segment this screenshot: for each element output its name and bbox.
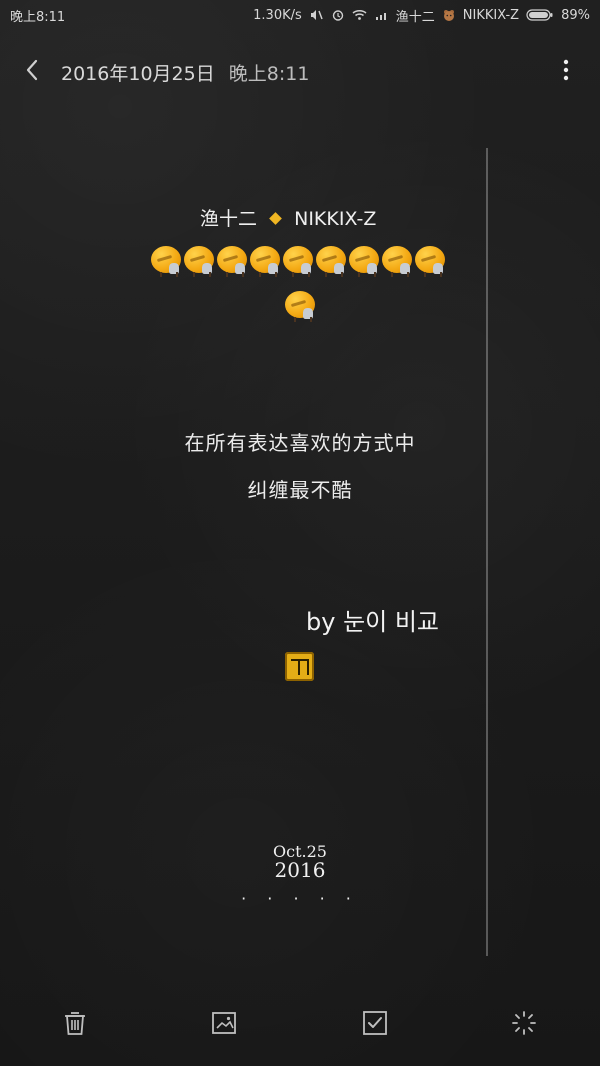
note-heading: 渔十二 NIKKIX-Z [200, 204, 376, 231]
delete-button[interactable] [54, 1002, 96, 1044]
bee-icon [381, 245, 414, 278]
bee-icon [282, 245, 315, 278]
battery-icon [525, 7, 555, 23]
author-suffix: NIKKIX-Z [294, 208, 377, 230]
back-button[interactable] [20, 58, 44, 82]
more-vertical-icon [563, 59, 569, 81]
trash-icon [65, 1012, 85, 1035]
magic-button[interactable] [503, 1002, 545, 1044]
sparkle-icon [512, 1011, 536, 1035]
signal-icon [374, 7, 390, 23]
bee-icon [150, 245, 183, 278]
status-left: 晚上8:11 [10, 6, 65, 25]
alarm-icon [330, 7, 346, 23]
content-divider [486, 148, 488, 956]
quote-line-2: 纠缠最不酷 [247, 478, 353, 502]
mute-icon [308, 7, 324, 23]
page-title: 2016年10月25日 晚上8:11 [61, 59, 309, 86]
emoji-row [150, 245, 450, 279]
note-time: 晚上8:11 [228, 63, 310, 85]
chevron-left-icon [26, 59, 38, 81]
battery-percent: 89% [561, 7, 590, 23]
status-time: 晚上8:11 [10, 9, 66, 25]
more-button[interactable] [556, 56, 576, 84]
image-button[interactable] [203, 1002, 245, 1044]
bee-icon [315, 245, 348, 278]
status-bar: 晚上8:11 1.30K/s 渔十二 NIKKIX-Z 89% [0, 0, 600, 30]
bottom-toolbar [0, 1002, 600, 1044]
status-name: NIKKIX-Z [462, 7, 520, 23]
note-date: 2016年10月25日 [61, 63, 215, 85]
bee-icon [414, 245, 447, 278]
checkbox-button[interactable] [354, 1002, 396, 1044]
bee-icon [183, 245, 216, 278]
header: 2016年10月25日 晚上8:11 [0, 48, 600, 100]
status-right: 1.30K/s 渔十二 NIKKIX-Z 89% [253, 6, 590, 25]
author-prefix: 渔十二 [200, 208, 258, 230]
note-screen: 晚上8:11 1.30K/s 渔十二 NIKKIX-Z 89% 2016年10月… [0, 0, 600, 1066]
bee-icon [284, 290, 317, 323]
bear-icon [441, 7, 457, 23]
stamp-icon [285, 652, 314, 681]
checkbox-icon [363, 1011, 387, 1035]
image-icon [212, 1012, 236, 1034]
footer-date-line-2: 2016 [274, 858, 326, 882]
bee-icon [348, 245, 381, 278]
wifi-icon [352, 7, 368, 23]
status-user: 渔十二 [395, 9, 435, 25]
network-speed: 1.30K/s [253, 7, 302, 23]
diamond-icon [269, 212, 282, 225]
bee-icon [216, 245, 249, 278]
signature: by 눈이 비교 [306, 608, 440, 636]
emoji-row-2 [284, 290, 318, 324]
bee-icon [249, 245, 282, 278]
dots: · · · · · [241, 889, 359, 908]
quote-line-1: 在所有表达喜欢的方式中 [184, 431, 416, 455]
